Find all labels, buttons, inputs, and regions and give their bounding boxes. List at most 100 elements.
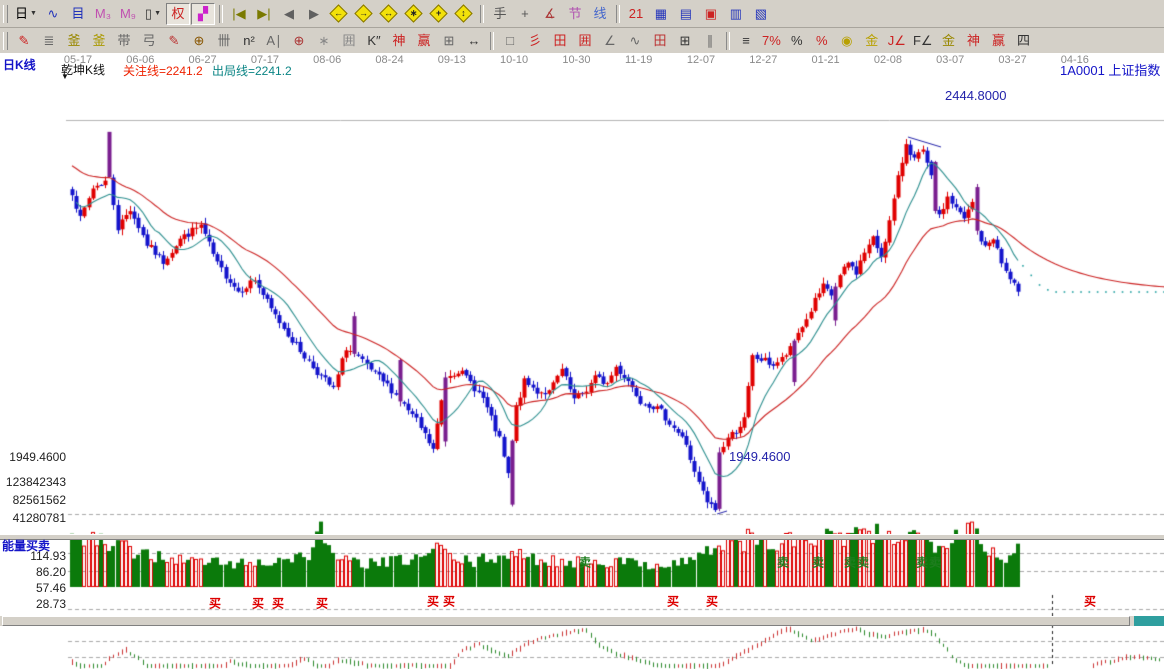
save-button[interactable]: ▣: [699, 3, 723, 25]
pan-left-button[interactable]: ←: [327, 3, 351, 25]
period-daily-icon: 日: [15, 7, 28, 20]
parallel-lines-button[interactable]: ∥: [698, 30, 722, 52]
band-tool-button[interactable]: 带: [112, 30, 136, 52]
line-tool-icon: 线: [593, 7, 606, 20]
shen-line-button[interactable]: 神: [962, 30, 986, 52]
fan-lines-icon: 彡: [528, 34, 541, 47]
toolbar-grip[interactable]: [3, 32, 8, 50]
percent-button[interactable]: %: [785, 30, 809, 52]
four-line-button[interactable]: 四: [1012, 30, 1036, 52]
toolbar-grip[interactable]: [3, 5, 8, 23]
percent7-button[interactable]: 7%: [759, 30, 784, 52]
j-line-button[interactable]: J∠: [885, 30, 909, 52]
drag-hand-button[interactable]: 手: [488, 3, 512, 25]
param-9-button[interactable]: M₉: [116, 3, 140, 25]
fan-lines-button[interactable]: 彡: [523, 30, 547, 52]
period-daily-button[interactable]: 日▼: [12, 3, 40, 25]
gold-line-button[interactable]: 金: [937, 30, 961, 52]
zigzag-tool-button[interactable]: ∿: [623, 30, 647, 52]
calculator-button[interactable]: ▦: [649, 3, 673, 25]
pan-right-button[interactable]: →: [352, 3, 376, 25]
width-measure-button[interactable]: ↔: [462, 30, 486, 52]
bow-tool-button[interactable]: 弓: [137, 30, 161, 52]
volume-axis-label: 123842343: [2, 475, 66, 489]
hash-tool-button[interactable]: 卌: [212, 30, 236, 52]
box-grid-button[interactable]: 囲: [337, 30, 361, 52]
shen-tool-button[interactable]: 神: [387, 30, 411, 52]
indicator-axis-label: 57.46: [2, 581, 66, 595]
segment-tool-button[interactable]: 节: [563, 3, 587, 25]
kline-chart-canvas[interactable]: [0, 107, 1164, 669]
adjust-rights-button[interactable]: 权: [166, 3, 190, 25]
fit-height-button[interactable]: ↕: [452, 3, 476, 25]
param-3-button[interactable]: M₃: [91, 3, 115, 25]
buy-signal-marker: 买: [252, 595, 264, 612]
expand-bars-button[interactable]: +: [427, 3, 451, 25]
pen2-tool-button[interactable]: ✎: [162, 30, 186, 52]
sell-signal-marker: 卖: [777, 554, 789, 571]
fit-width-icon: ↔: [380, 4, 398, 22]
a-scale-button[interactable]: A∣: [262, 30, 286, 52]
gann-box-button[interactable]: 田: [548, 30, 572, 52]
fit-width-button[interactable]: ↔: [377, 3, 401, 25]
indicator-flag-button[interactable]: ▞: [191, 3, 215, 25]
volume-axis-label: 41280781: [2, 511, 66, 525]
angle-measure-button[interactable]: ∡: [538, 3, 562, 25]
grid-red-button[interactable]: 田: [648, 30, 672, 52]
win-tool-button[interactable]: 赢: [412, 30, 436, 52]
ruler123-button[interactable]: ⊞: [437, 30, 461, 52]
pane-splitter[interactable]: [0, 534, 1164, 540]
sell-signal-marker: 卖: [844, 554, 856, 571]
drawing-toolbar: ✎≣釜釜带弓✎⊕卌n²A∣⊕∗囲K″神赢⊞↔□彡田囲∠∿田⊞∥≡7%%%◉金J∠…: [0, 28, 1164, 54]
bow-tool-icon: 弓: [142, 34, 155, 47]
next-bar-button[interactable]: ▶: [302, 3, 326, 25]
grid-tool-button[interactable]: ≣: [37, 30, 61, 52]
angle-lines-button[interactable]: ∠: [598, 30, 622, 52]
shen-line-icon: 神: [967, 34, 980, 47]
star-tool-button[interactable]: ∗: [312, 30, 336, 52]
calendar-button[interactable]: 21: [624, 3, 648, 25]
fu-gold2-button[interactable]: 釜: [87, 30, 111, 52]
horizontal-scrollbar[interactable]: [0, 616, 1164, 626]
gold-circle-button[interactable]: ◉: [835, 30, 859, 52]
n2-tool-button[interactable]: n²: [237, 30, 261, 52]
gann-square-button[interactable]: 囲: [573, 30, 597, 52]
notes-button[interactable]: ▤: [674, 3, 698, 25]
win-line-button[interactable]: 赢: [987, 30, 1011, 52]
last-screen-button[interactable]: ▶|: [252, 3, 276, 25]
first-screen-button[interactable]: |◀: [227, 3, 251, 25]
brush-tool-button[interactable]: ✎: [12, 30, 36, 52]
chevron-down-icon[interactable]: ▼: [61, 72, 69, 81]
prev-bar-button[interactable]: ◀: [277, 3, 301, 25]
f-line-button[interactable]: F∠: [910, 30, 936, 52]
gold-wave-button[interactable]: 金: [860, 30, 884, 52]
realtime-chart-button[interactable]: ∿: [41, 3, 65, 25]
kline-mark-button[interactable]: K″: [362, 30, 386, 52]
kline-mark-icon: K″: [367, 34, 380, 47]
last-screen-icon: ▶|: [257, 7, 270, 20]
compress-bars-button[interactable]: ∗: [402, 3, 426, 25]
fu-gold-button[interactable]: 釜: [62, 30, 86, 52]
first-screen-icon: |◀: [232, 7, 245, 20]
expand-bars-icon: +: [430, 4, 448, 22]
scrollbar-thumb[interactable]: [2, 616, 1130, 626]
f10-info-button[interactable]: 目: [66, 3, 90, 25]
compass-tool-button[interactable]: ⊕: [287, 30, 311, 52]
main-toolbar: 日▼∿目M₃M₉▯▼权▞|◀▶|◀▶←→↔∗+↕手+∡节线21▦▤▣▥▧: [0, 0, 1164, 28]
crosshair-button[interactable]: +: [513, 3, 537, 25]
brush-tool-icon: ✎: [19, 34, 30, 47]
percent-line-button[interactable]: %: [810, 30, 834, 52]
gold-line-icon: 金: [942, 34, 955, 47]
candle-style-button[interactable]: ▯▼: [141, 3, 165, 25]
calendar-icon: 21: [629, 7, 643, 20]
grid2-button[interactable]: ⊞: [673, 30, 697, 52]
print-button[interactable]: ▧: [749, 3, 773, 25]
date-tick-label: 10-30: [562, 54, 590, 66]
data-export-button[interactable]: ▥: [724, 3, 748, 25]
toolbar-separator: [219, 5, 223, 23]
indicator-axis-label: 28.73: [2, 597, 66, 611]
stats-list-button[interactable]: ≡: [734, 30, 758, 52]
rect-tool-button[interactable]: □: [498, 30, 522, 52]
circle-tool-button[interactable]: ⊕: [187, 30, 211, 52]
line-tool-button[interactable]: 线: [588, 3, 612, 25]
